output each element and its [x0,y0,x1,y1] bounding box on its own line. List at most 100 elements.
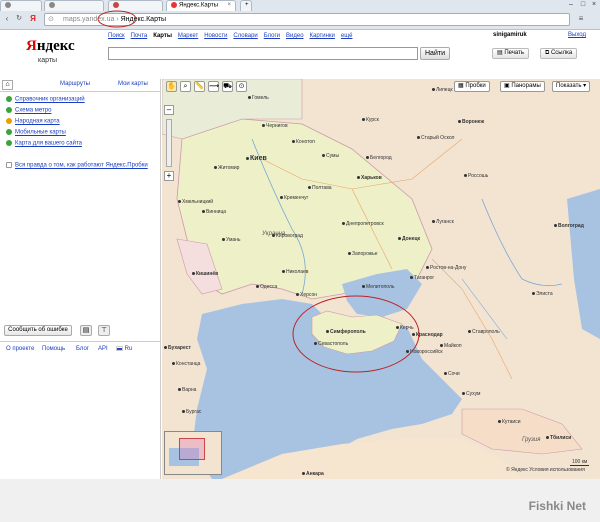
service-link[interactable]: Поиск [108,33,125,39]
print-button[interactable]: ▤ Печать [492,48,529,59]
city-label: Херсон [296,292,317,298]
tab-my-maps[interactable]: Мои карты [118,81,148,87]
watermark: Fishki Net [528,499,586,513]
sidebar-link-site-map[interactable]: Карта для вашего сайта [6,140,82,147]
city-label: Харьков [357,175,382,181]
map-copyright[interactable]: © Яндекс Условия использования [506,467,585,473]
tab-favicon-icon [5,2,11,8]
service-link[interactable]: Видео [286,33,304,39]
city-label: Липецк [432,87,453,93]
sidebar-link-mobile[interactable]: Мобильные карты [6,129,66,136]
search-input[interactable] [108,47,418,60]
tab-title: Яндекс.Карты [179,2,218,9]
service-link[interactable]: Маркет [178,33,198,39]
browser-logo-icon[interactable]: Я [28,14,38,24]
menu-icon[interactable]: ≡ [576,14,586,24]
tab-favicon-icon [49,2,55,8]
city-label: Гомель [248,95,269,101]
reload-icon[interactable]: ↻ [14,14,24,24]
panoramas-button[interactable]: ▣ Панорамы [500,81,545,92]
service-link[interactable]: ещё [341,33,353,39]
show-dropdown[interactable]: Показать ▾ [552,81,591,92]
minimap[interactable] [164,431,222,475]
city-label: Севастополь [314,341,348,347]
people-map-icon [6,118,12,124]
city-label: Таганрог [410,275,434,281]
city-label: Сухум [462,391,481,397]
city-label: Ставрополь [468,329,500,335]
service-link[interactable]: Почта [131,33,148,39]
print-label: Печать [504,50,524,56]
city-label: Кутаиси [498,419,521,425]
minimize-icon[interactable]: – [566,1,576,9]
annotation-ellipse-address [97,10,137,28]
pin-icon[interactable]: ⊤ [98,325,110,336]
service-link[interactable]: Блоги [264,33,280,39]
browser-tab-inactive[interactable] [0,0,42,11]
home-icon[interactable]: ⌂ [2,80,13,90]
print-icon[interactable]: ▤ [80,325,92,336]
footer-blog[interactable]: Блог [76,346,89,352]
transport-tool-icon[interactable]: ⊙ [236,81,247,92]
route-tool-icon[interactable]: ⟿ [208,81,219,92]
city-label: Тбилиси [546,435,571,441]
service-link-active[interactable]: Карты [153,33,172,39]
logout-link[interactable]: Выход [568,32,586,38]
find-button[interactable]: Найти [420,47,450,60]
city-label: Мелитополь [362,284,394,290]
bottom-area: Fishki Net [0,479,600,522]
maximize-icon[interactable]: □ [578,1,588,9]
sidebar-link-metro[interactable]: Схема метро [6,107,51,114]
promo-label: Вся правда о том, как работают Яндекс.Пр… [15,162,148,169]
back-arrow-icon[interactable]: ‹ [2,14,12,24]
service-link[interactable]: Словари [233,33,257,39]
city-label: Кременчуг [280,195,308,201]
browser-chrome: Яндекс.Карты × + – □ × ‹ ↻ Я ⊙ maps.yande… [0,0,600,30]
promo-link[interactable]: Вся правда о том, как работают Яндекс.Пр… [6,162,148,169]
city-label: Чернигов [262,123,288,129]
city-label: Умань [222,237,241,243]
city-label: Сочи [444,371,460,377]
city-label: Днепропетровск [342,221,384,227]
map-canvas[interactable]: Украина Грузия Гомель Чернигов Конотоп С… [162,79,600,479]
city-label: Бухарест [164,345,191,351]
city-label: Запорожье [348,251,378,257]
yandex-favicon-icon [171,2,177,8]
browser-tab-inactive[interactable] [44,0,104,11]
zoom-slider[interactable] [166,119,172,167]
footer-help[interactable]: Помощь [42,346,65,352]
minimap-viewport[interactable] [179,438,205,460]
tab-close-icon[interactable]: × [227,2,231,8]
traffic-button[interactable]: ▦ Пробки [454,81,490,92]
car-tool-icon[interactable]: ⛟ [222,81,233,92]
service-link[interactable]: Картинки [309,33,334,39]
city-label: Керчь [396,325,414,331]
footer-lang[interactable]: Ru [116,346,132,352]
ruler-tool-icon[interactable]: 📏 [194,81,205,92]
city-label: Сумы [322,153,339,159]
panoramas-label: Панорамы [511,83,541,89]
logo-letter-y: Я [26,38,37,54]
user-name[interactable]: sinigamiruk [493,32,527,38]
sidebar-link-directory[interactable]: Справочник организаций [6,96,85,103]
hand-tool-icon[interactable]: ✋ [166,81,177,92]
new-tab-button[interactable]: + [240,0,252,11]
sidebar-link-people-map[interactable]: Народная карта [6,118,60,125]
close-window-icon[interactable]: × [589,1,599,9]
link-button[interactable]: ⧉ Ссылка [540,48,578,59]
city-label: Краснодар [412,332,443,338]
zoom-in-icon[interactable]: + [164,171,174,181]
browser-tab-active[interactable]: Яндекс.Карты × [166,0,236,11]
zoom-out-icon[interactable]: – [164,105,174,115]
city-label: Курск [362,117,379,123]
city-label: Старый Оскол [417,135,454,141]
globe-icon: ⊙ [48,16,54,23]
tab-routes[interactable]: Маршруты [60,81,90,87]
zoom-tool-icon[interactable]: ⌕ [180,81,191,92]
service-link[interactable]: Новости [204,33,227,39]
city-label: Симферополь [326,329,366,335]
footer-about[interactable]: О проекте [6,346,34,352]
report-error-button[interactable]: Сообщить об ошибке [4,325,72,336]
yandex-logo[interactable]: Яндекс [26,38,75,55]
footer-api[interactable]: API [98,346,108,352]
